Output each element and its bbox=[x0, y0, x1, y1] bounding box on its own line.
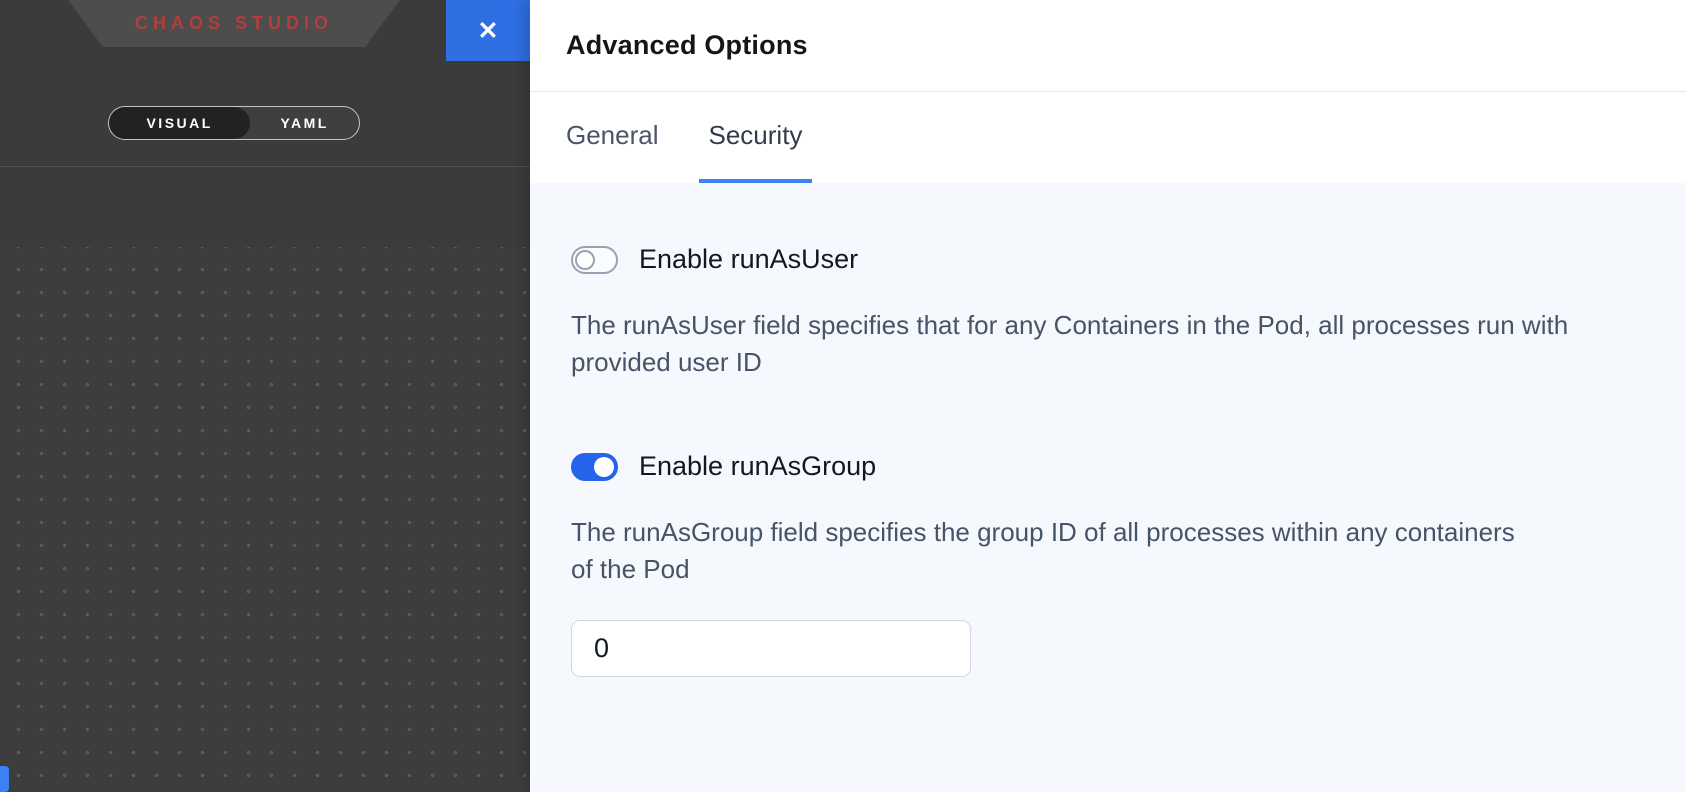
close-drawer-button[interactable]: ✕ bbox=[446, 0, 530, 61]
visual-yaml-toggle[interactable]: VISUAL YAML bbox=[108, 106, 360, 140]
panel-sub-bar bbox=[0, 167, 530, 246]
drawer-header: Advanced Options bbox=[530, 0, 1686, 92]
yaml-tab[interactable]: YAML bbox=[250, 107, 359, 139]
field-head: Enable runAsUser bbox=[571, 244, 1646, 275]
enable-runasgroup-label: Enable runAsGroup bbox=[639, 451, 876, 482]
chaos-studio-badge: CHAOS STUDIO bbox=[68, 0, 400, 47]
enable-runasuser-label: Enable runAsUser bbox=[639, 244, 858, 275]
security-tab-content: Enable runAsUser The runAsUser field spe… bbox=[530, 183, 1686, 792]
tab-security[interactable]: Security bbox=[699, 92, 813, 183]
toggle-knob bbox=[575, 250, 595, 270]
close-icon: ✕ bbox=[478, 16, 499, 46]
enable-runasgroup-toggle[interactable] bbox=[571, 453, 618, 481]
field-head: Enable runAsGroup bbox=[571, 451, 1646, 482]
runasgroup-description: The runAsGroup field specifies the group… bbox=[571, 514, 1526, 588]
advanced-options-drawer: Advanced Options General Security Enable… bbox=[530, 0, 1686, 792]
drawer-tabs: General Security bbox=[530, 92, 1686, 183]
canvas-panel: CHAOS STUDIO VISUAL YAML bbox=[0, 0, 530, 792]
drawer-title: Advanced Options bbox=[566, 30, 808, 61]
enable-runasuser-toggle[interactable] bbox=[571, 246, 618, 274]
runasuser-description: The runAsUser field specifies that for a… bbox=[571, 307, 1616, 381]
run-as-group-field: Enable runAsGroup The runAsGroup field s… bbox=[571, 451, 1646, 677]
toggle-knob bbox=[594, 457, 614, 477]
corner-accent bbox=[0, 766, 9, 792]
dot-grid-canvas[interactable] bbox=[0, 247, 530, 792]
brand-label: CHAOS STUDIO bbox=[135, 13, 333, 34]
app-root: CHAOS STUDIO VISUAL YAML ✕ Advanced Opti… bbox=[0, 0, 1686, 792]
tab-general[interactable]: General bbox=[556, 92, 669, 183]
runasgroup-value-input[interactable] bbox=[571, 620, 971, 677]
visual-tab[interactable]: VISUAL bbox=[109, 107, 250, 139]
run-as-user-field: Enable runAsUser The runAsUser field spe… bbox=[571, 244, 1646, 381]
